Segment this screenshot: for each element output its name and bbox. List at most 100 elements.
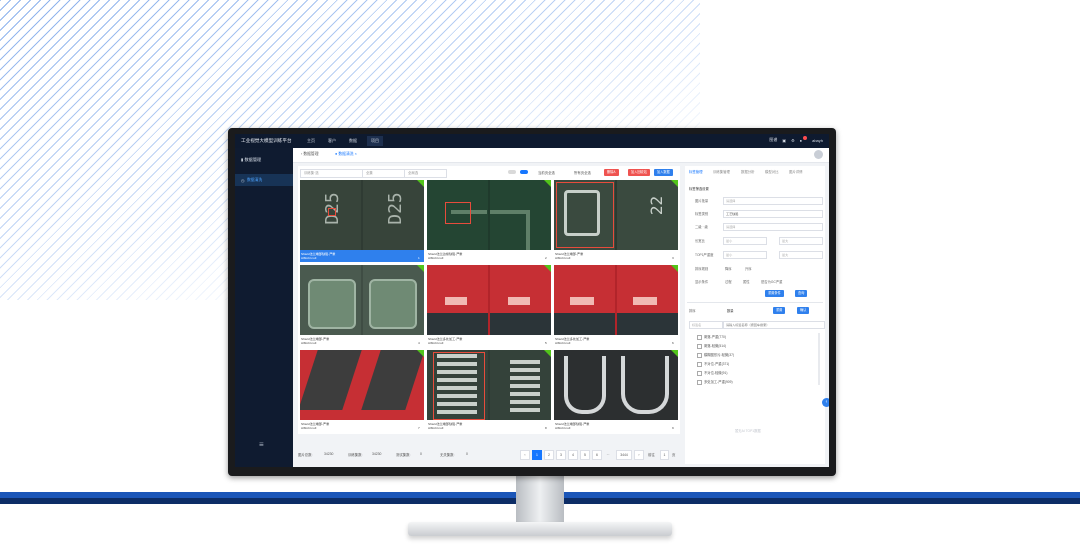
pcb-trace bbox=[564, 356, 606, 414]
pcb-marking: D25 bbox=[384, 192, 406, 225]
graph-link[interactable]: 图谱 bbox=[769, 137, 777, 143]
list-scrollbar[interactable] bbox=[818, 333, 820, 385]
menu-icon[interactable]: ≡ bbox=[259, 440, 264, 449]
image-card-3[interactable]: 22 Shield法兰端部-严重 AI8mbl.null 3 bbox=[554, 180, 678, 263]
card-subtitle: AI8mbl.null bbox=[555, 426, 571, 430]
image-card-1[interactable]: D25 D25 Shield法兰端部缺陷-严重 AI8mbl.null 1 bbox=[300, 180, 424, 263]
nav-item-home[interactable]: 主页 bbox=[307, 138, 315, 144]
nav-item-project[interactable]: 项目 bbox=[367, 136, 383, 146]
prev-page-button[interactable]: ‹ bbox=[520, 450, 530, 460]
nav-item-data[interactable]: 数据 bbox=[349, 138, 357, 144]
confirm-button[interactable]: 确认 bbox=[797, 307, 810, 314]
recycle-button[interactable]: 加入回收站 bbox=[628, 169, 650, 176]
batch-select[interactable]: 请选择 bbox=[723, 197, 823, 205]
checkbox[interactable] bbox=[697, 370, 702, 376]
next-page-button[interactable]: › bbox=[634, 450, 644, 460]
image-card-9[interactable]: Shield法兰端部缺陷-严重 AI8mbl.null 9 bbox=[554, 350, 678, 433]
top-navigation: 工业视觉大模型训练平台 主页 客户 数据 项目 图谱 ▣ ⚙ ● abayh bbox=[235, 134, 829, 148]
list-item[interactable]: 多处加工-严重(909) bbox=[697, 379, 733, 385]
bell-icon[interactable]: ● bbox=[800, 138, 802, 143]
right-panel: 标签管理 训练集管理 数据分析 模型对比 图片详情 标签筛选设置 图片批量 请选… bbox=[685, 166, 825, 464]
display-process-radio[interactable]: 过程 bbox=[725, 279, 732, 284]
notification-badge bbox=[803, 136, 808, 140]
page-button[interactable]: 5 bbox=[580, 450, 590, 460]
image-card-4[interactable]: Shield法兰端部-严重 AI8mbl.null 4 bbox=[300, 265, 424, 348]
checkbox[interactable] bbox=[697, 379, 702, 385]
image-half-left bbox=[300, 265, 361, 335]
image-card-5[interactable]: Shield法兰多处加工-严重 AI8mbl.null 5 bbox=[427, 265, 551, 348]
checkbox[interactable] bbox=[697, 352, 702, 358]
list-item[interactable]: 不对位-严重(371) bbox=[697, 361, 729, 367]
tab-data-management[interactable]: ‹ 数据管理 bbox=[301, 152, 319, 157]
checkbox[interactable] bbox=[697, 343, 702, 349]
page-button[interactable]: 4 bbox=[568, 450, 578, 460]
list-item[interactable]: 模糊图形污-轻微(37) bbox=[697, 352, 734, 358]
reset-conditions-button[interactable]: 重置条件 bbox=[765, 290, 784, 297]
label-type-select[interactable]: 工艺缺陷 bbox=[723, 210, 823, 218]
ratio-min-input[interactable]: 最小 bbox=[723, 237, 767, 245]
checkbox[interactable] bbox=[697, 361, 702, 367]
window-icon[interactable]: ▣ bbox=[782, 138, 786, 143]
avatar[interactable] bbox=[814, 150, 823, 159]
scope-select[interactable]: 全局选 bbox=[404, 169, 447, 178]
image-half-right bbox=[490, 180, 551, 250]
monitor-stand-neck bbox=[516, 474, 564, 524]
search-field-select[interactable]: 标签名 bbox=[689, 321, 723, 329]
list-item[interactable]: 剥落-严重(770) bbox=[697, 334, 726, 340]
image-card-2[interactable]: Shield法兰边缘缺陷-严重 AI8mbl.null 2 bbox=[427, 180, 551, 263]
ratio-max-input[interactable]: 最大 bbox=[779, 237, 823, 245]
tab-image-detail[interactable]: 图片详情 bbox=[789, 169, 803, 174]
status-corner bbox=[417, 350, 424, 357]
tab-label-management[interactable]: 标签管理 bbox=[689, 169, 703, 174]
goto-input[interactable]: 1 bbox=[660, 450, 669, 460]
tab-data-cleaning[interactable]: ● 数据清洗 × bbox=[335, 152, 357, 157]
gear-icon[interactable]: ⚙ bbox=[791, 138, 795, 143]
page-button-last[interactable]: 3444 bbox=[616, 450, 632, 460]
image-card-8[interactable]: Shield法兰端部缺陷-严重 AI8mbl.null 8 bbox=[427, 350, 551, 433]
display-gc-radio[interactable]: 是否为GC严重 bbox=[761, 279, 782, 284]
pcb-body bbox=[490, 313, 551, 335]
toggle-b[interactable] bbox=[520, 170, 528, 174]
select-current-page[interactable]: 当前页全选 bbox=[538, 170, 555, 175]
label-search-input[interactable] bbox=[723, 321, 825, 329]
tab-data-analysis[interactable]: 数据分析 bbox=[741, 169, 755, 174]
card-subtitle: AI8mbl.null bbox=[555, 256, 571, 260]
list-item[interactable]: 不对位-轻微(91) bbox=[697, 370, 727, 376]
add-data-button[interactable]: 加入数据 bbox=[654, 169, 673, 176]
sidebar-header[interactable]: ▮ 数据管理 bbox=[241, 157, 261, 163]
dataset-select[interactable]: 训练集·选 bbox=[300, 169, 363, 178]
image-half-left: D25 bbox=[300, 180, 361, 250]
defect-image bbox=[427, 180, 551, 250]
order-asc-radio[interactable]: 升序 bbox=[745, 266, 752, 271]
order-desc-radio[interactable]: 降序 bbox=[725, 266, 732, 271]
select-all-pages[interactable]: 所有页全选 bbox=[574, 170, 591, 175]
set-select[interactable]: 全集 bbox=[362, 169, 405, 178]
toggle-a[interactable] bbox=[508, 170, 516, 174]
display-attr-radio[interactable]: 属性 bbox=[743, 279, 750, 284]
search-button[interactable]: 查询 bbox=[795, 290, 808, 297]
list-item[interactable]: 剥落-轻微(514) bbox=[697, 343, 726, 349]
page-button[interactable]: 6 bbox=[592, 450, 602, 460]
severity-min-input[interactable]: 最小 bbox=[723, 251, 767, 259]
reset-button[interactable]: 重置 bbox=[773, 307, 786, 314]
tab-model-compare[interactable]: 模型对比 bbox=[765, 169, 779, 174]
list-item-label: 不对位-轻微(91) bbox=[704, 371, 728, 375]
delete-button[interactable]: 删除A bbox=[604, 169, 619, 176]
defect-image bbox=[300, 265, 424, 335]
level-select[interactable]: 请选择 bbox=[723, 223, 823, 231]
checkbox[interactable] bbox=[697, 334, 702, 340]
tab-train-management[interactable]: 训练集管理 bbox=[713, 169, 730, 174]
image-card-7[interactable]: Shield法兰端部-严重 AI8mbl.null 7 bbox=[300, 350, 424, 433]
page-button[interactable]: 3 bbox=[556, 450, 566, 460]
severity-max-input[interactable]: 最大 bbox=[779, 251, 823, 259]
pcb-pad bbox=[508, 297, 530, 305]
sort-select[interactable]: 数量 bbox=[727, 308, 734, 313]
image-card-6[interactable]: Shield法兰多处加工-严重 AI8mbl.null 6 bbox=[554, 265, 678, 348]
collapse-panel-button[interactable]: ‹ bbox=[822, 398, 829, 407]
page-button[interactable]: 1 bbox=[532, 450, 542, 460]
nav-item-customer[interactable]: 客户 bbox=[328, 138, 336, 144]
page-button[interactable]: 2 bbox=[544, 450, 554, 460]
sidebar-item-data-cleaning[interactable]: ◷ 数据清洗 bbox=[235, 174, 293, 186]
card-number: 2 bbox=[545, 256, 547, 260]
user-name[interactable]: abayh bbox=[812, 138, 823, 143]
